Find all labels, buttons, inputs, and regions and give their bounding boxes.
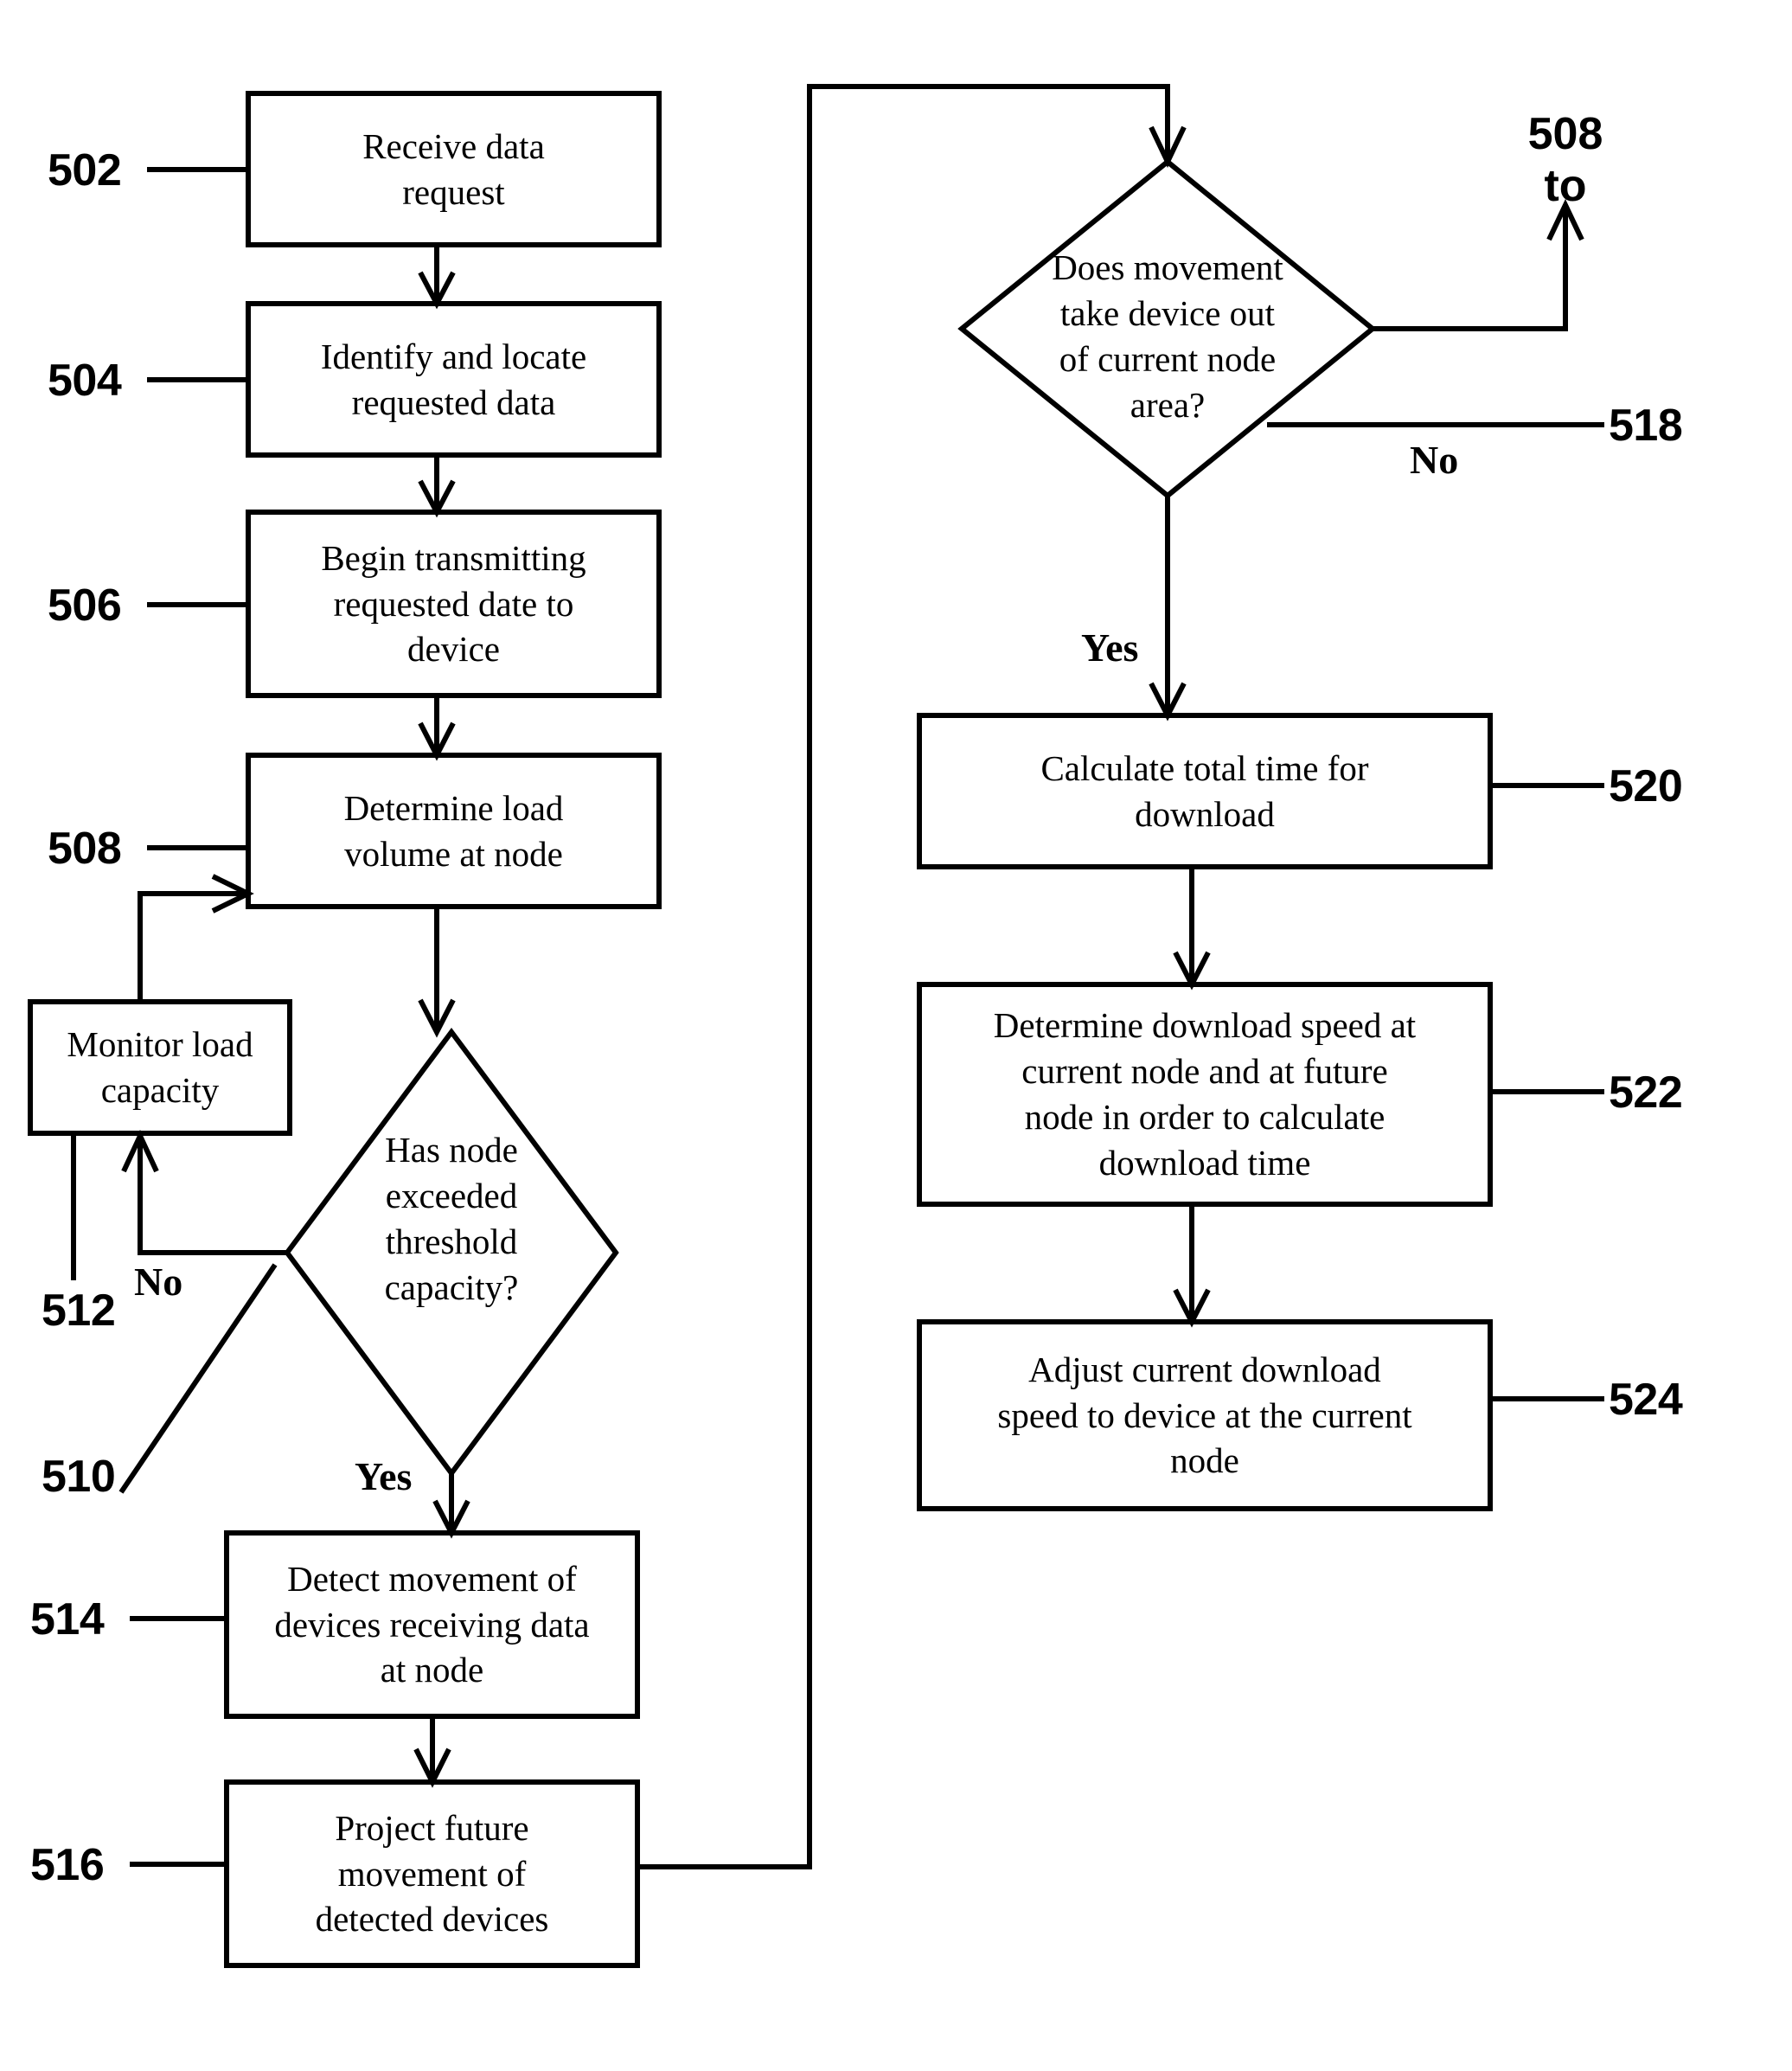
- offpage-connector-ref: 508: [1527, 109, 1603, 159]
- branch-label-yes-518: Yes: [1081, 625, 1139, 670]
- connector-518-offpage-no: [1373, 199, 1584, 331]
- ref-number-508: 508: [48, 824, 122, 874]
- ref-number-504: 504: [48, 356, 122, 406]
- connector-502-504: [418, 245, 456, 310]
- connector-510-514-yes: [432, 1473, 470, 1539]
- ref-number-506: 506: [48, 580, 122, 631]
- connector-518-520-yes: [1149, 496, 1187, 721]
- ref-number-514: 514: [30, 1594, 105, 1645]
- ref-number-524: 524: [1609, 1375, 1683, 1425]
- branch-label-yes-510: Yes: [355, 1454, 413, 1498]
- node-label-514: Detect movement of devices receiving dat…: [274, 1558, 590, 1690]
- node-label-522: Determine download speed at current node…: [993, 1005, 1417, 1183]
- connector-520-522: [1173, 867, 1211, 991]
- ref-number-522: 522: [1609, 1068, 1683, 1118]
- connector-504-506: [418, 455, 456, 518]
- node-label-520: Calculate total time for download: [1040, 747, 1369, 834]
- offpage-connector-word: to: [1544, 161, 1587, 211]
- ref-number-520: 520: [1609, 761, 1683, 811]
- connector-508-510: [418, 907, 456, 1038]
- node-label-512: Monitor load capacity: [67, 1024, 253, 1110]
- ref-number-518: 518: [1609, 401, 1683, 451]
- ref-number-512: 512: [42, 1286, 116, 1336]
- node-label-516: Project future movement of detected devi…: [315, 1807, 549, 1940]
- connector-510-512-no: [121, 1129, 287, 1255]
- node-label-524: Adjust current download speed to device …: [997, 1349, 1412, 1481]
- connector-506-508: [418, 696, 456, 761]
- ref-number-510: 510: [42, 1452, 116, 1502]
- node-label-510: Has node exceeded threshold capacity?: [384, 1130, 519, 1307]
- node-label-518: Does movement take device out of current…: [1052, 247, 1283, 425]
- connector-514-516: [413, 1716, 451, 1788]
- node-label-504: Identify and locate requested data: [320, 336, 587, 422]
- flowchart-canvas: Receive data request Identify and locate…: [0, 0, 1792, 2071]
- node-label-502: Receive data request: [362, 125, 545, 212]
- ref-number-516: 516: [30, 1840, 105, 1890]
- connector-512-508: [138, 874, 254, 1002]
- ref-number-502: 502: [48, 145, 122, 196]
- branch-label-no-518: No: [1410, 438, 1459, 482]
- branch-label-no-510: No: [134, 1260, 183, 1304]
- node-label-506: Begin transmitting requested date to dev…: [321, 537, 586, 670]
- connector-522-524: [1173, 1204, 1211, 1328]
- node-label-508: Determine load volume at node: [343, 787, 564, 874]
